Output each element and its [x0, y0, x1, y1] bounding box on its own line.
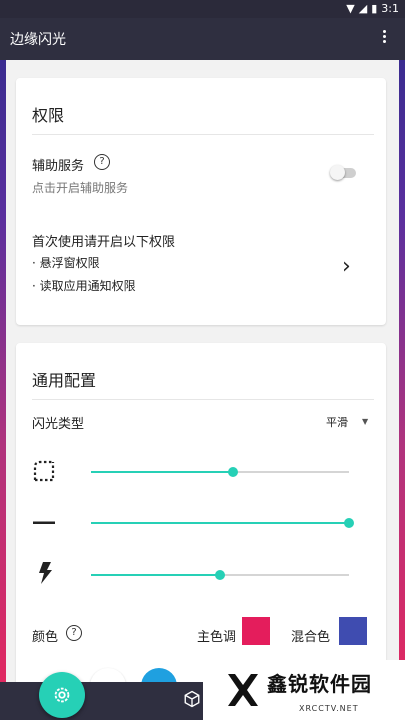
- slider-thumb[interactable]: [215, 570, 225, 580]
- status-time: 3:1: [381, 2, 399, 15]
- help-icon[interactable]: ?: [94, 154, 110, 170]
- signal-icon: ◢: [358, 2, 368, 15]
- more-vert-icon[interactable]: [383, 30, 387, 46]
- first-use-label[interactable]: 首次使用请开启以下权限: [32, 231, 175, 250]
- corner-radius-icon: [33, 460, 55, 482]
- chevron-down-icon[interactable]: ▼: [362, 417, 368, 426]
- watermark: 鑫锐软件园 XRCCTV.NET: [203, 660, 405, 720]
- chevron-right-icon[interactable]: ›: [342, 254, 351, 279]
- overlay-permission-item: · 悬浮窗权限: [32, 256, 100, 270]
- watermark-url: XRCCTV.NET: [299, 704, 359, 713]
- general-config-title: 通用配置: [32, 371, 97, 390]
- accessibility-description[interactable]: 点击开启辅助服务: [32, 179, 128, 196]
- status-bar: ▼ ◢ ▮ 3:1: [0, 0, 405, 18]
- permissions-title: 权限: [32, 106, 65, 125]
- battery-icon: ▮: [371, 2, 378, 15]
- blend-color-swatch[interactable]: [339, 617, 367, 645]
- slider-fill: [91, 471, 233, 473]
- primary-color-label: 主色调: [197, 630, 237, 645]
- accessibility-label: 辅助服务: [32, 159, 85, 174]
- settings-fab[interactable]: [39, 672, 85, 718]
- slider-thumb[interactable]: [227, 467, 238, 477]
- watermark-text: 鑫锐软件园: [267, 672, 372, 696]
- general-config-card: 通用配置 闪光类型 平滑 ▼ 颜色 ? 主色调 混合色: [16, 343, 386, 703]
- flash-type-label: 闪光类型: [32, 417, 85, 432]
- notification-permission-item: · 读取应用通知权限: [32, 279, 136, 293]
- line-width-slider[interactable]: [91, 518, 354, 528]
- slider-fill: [91, 522, 349, 524]
- x-logo-icon: [228, 674, 258, 706]
- help-icon[interactable]: ?: [66, 625, 82, 641]
- corner-radius-slider[interactable]: [91, 467, 349, 477]
- flash-speed-icon: [39, 562, 52, 584]
- divider: [32, 399, 374, 400]
- accessibility-toggle[interactable]: [330, 165, 356, 180]
- blend-color-label: 混合色: [291, 630, 331, 645]
- app-title: 边缘闪光: [10, 32, 66, 48]
- flash-speed-slider[interactable]: [91, 570, 349, 580]
- permissions-card: 权限 辅助服务 ? 点击开启辅助服务 首次使用请开启以下权限 · 悬浮窗权限 ·…: [16, 78, 386, 325]
- content-area: 权限 辅助服务 ? 点击开启辅助服务 首次使用请开启以下权限 · 悬浮窗权限 ·…: [6, 60, 399, 720]
- flash-type-value[interactable]: 平滑: [326, 414, 348, 430]
- divider: [32, 134, 374, 135]
- toggle-knob: [330, 165, 345, 180]
- primary-color-swatch[interactable]: [242, 617, 270, 645]
- color-label: 颜色: [32, 630, 59, 645]
- wifi-icon: ▼: [346, 2, 355, 15]
- settings-icon: [54, 687, 70, 703]
- cube-icon[interactable]: [183, 690, 201, 708]
- app-bar: 边缘闪光: [0, 18, 405, 60]
- slider-fill: [91, 574, 220, 576]
- line-width-icon: [33, 521, 55, 524]
- slider-thumb[interactable]: [344, 518, 354, 528]
